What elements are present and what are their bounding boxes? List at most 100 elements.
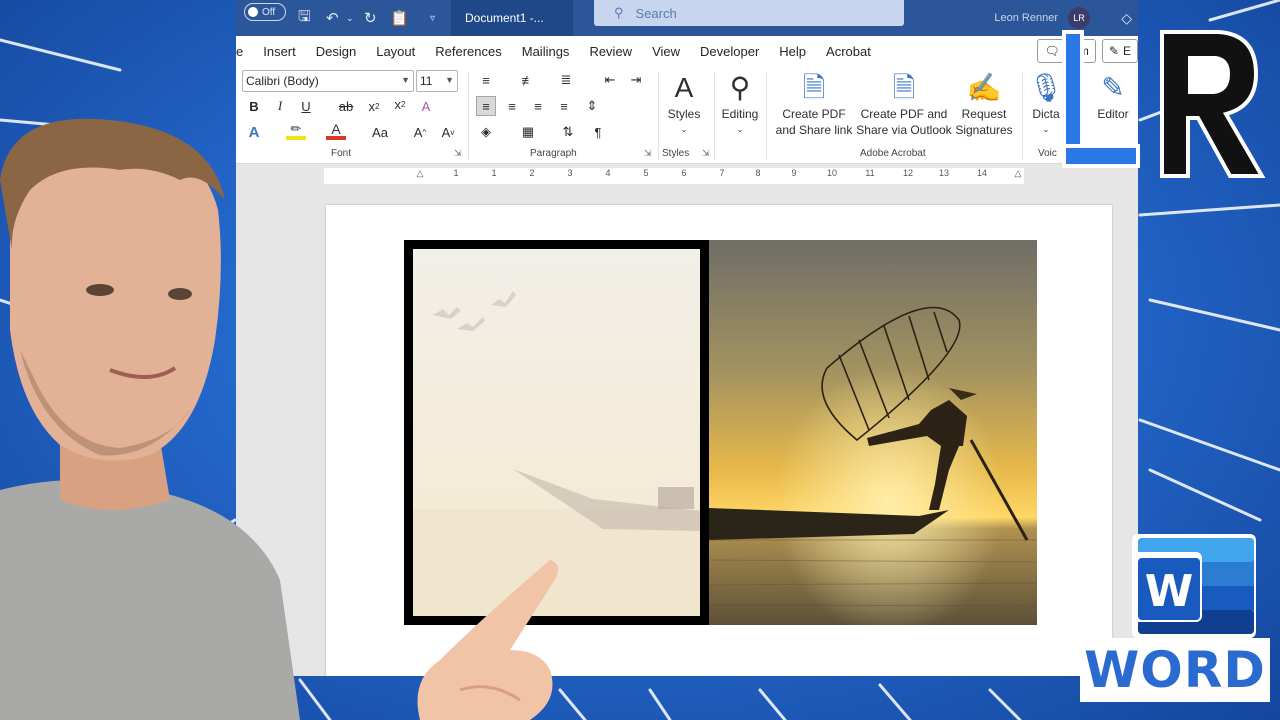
- redo-icon[interactable]: ↻: [364, 0, 377, 36]
- create-pdf-share-link-button[interactable]: 🗎 Create PDF and Share link: [774, 70, 854, 138]
- font-dialog-launcher-icon[interactable]: ⇲: [454, 148, 462, 159]
- tab-review[interactable]: Review: [579, 44, 642, 59]
- ruler-label: 8: [755, 168, 761, 178]
- presenter-photo: [0, 118, 300, 720]
- autosave-state: Off: [262, 6, 276, 18]
- tab-acrobat[interactable]: Acrobat: [816, 44, 881, 59]
- ruler-label: 7: [719, 168, 725, 178]
- chevron-down-icon: ▼: [401, 75, 410, 85]
- ruler-label: 14: [976, 168, 988, 178]
- editing-button[interactable]: ⚲ Editing ⌄: [718, 70, 762, 138]
- divider: [714, 72, 715, 160]
- pointing-hand: [417, 560, 558, 720]
- borders-icon[interactable]: ▦: [518, 122, 538, 142]
- ruler-strip: [324, 168, 1024, 184]
- tab-design[interactable]: Design: [306, 44, 366, 59]
- align-right-icon[interactable]: ≡: [528, 96, 548, 116]
- ruler-label: 4: [605, 168, 611, 178]
- bullets-icon[interactable]: ≡: [476, 70, 496, 90]
- document-title: Document1 -...: [451, 0, 573, 36]
- undo-icon[interactable]: ↶: [326, 0, 339, 36]
- adobe-acrobat-group-label: Adobe Acrobat: [860, 148, 926, 159]
- font-name-select[interactable]: Calibri (Body) ▼: [242, 70, 414, 92]
- ruler-label: 13: [938, 168, 950, 178]
- tab-home[interactable]: e: [236, 44, 253, 59]
- save-icon[interactable]: 🖫: [298, 0, 311, 36]
- increase-indent-icon[interactable]: ⇥: [626, 70, 646, 90]
- ruler-label: 1: [453, 168, 459, 178]
- show-formatting-marks-icon[interactable]: ¶: [588, 122, 608, 142]
- styles-button[interactable]: A Styles ⌄: [664, 70, 704, 138]
- word-badge-text: WORD: [1080, 638, 1270, 702]
- create-pdf-outlook-line1: Create PDF and: [860, 107, 948, 121]
- fisherman-photo[interactable]: [708, 240, 1038, 625]
- justify-icon[interactable]: ≡: [554, 96, 574, 116]
- tab-layout[interactable]: Layout: [366, 44, 425, 59]
- search-box[interactable]: ⚲ Search: [594, 0, 904, 26]
- numbering-icon[interactable]: ≢: [518, 70, 538, 90]
- multilevel-list-icon[interactable]: ≣: [556, 70, 576, 90]
- tab-developer[interactable]: Developer: [690, 44, 769, 59]
- ruler-right-indent-marker[interactable]: △: [1015, 168, 1022, 179]
- tab-insert[interactable]: Insert: [253, 44, 306, 59]
- create-pdf-outlook-line2: Share via Outlook: [856, 123, 952, 137]
- divider: [766, 72, 767, 160]
- create-pdf-outlook-button[interactable]: 🗎 Create PDF and Share via Outlook: [856, 70, 952, 138]
- decrease-indent-icon[interactable]: ⇤: [600, 70, 620, 90]
- align-center-icon[interactable]: ≡: [502, 96, 522, 116]
- autosave-knob: [248, 7, 258, 17]
- ribbon-tabs: e Insert Design Layout References Mailin…: [236, 36, 1138, 66]
- word-app-icon: W: [1132, 534, 1256, 638]
- tab-mailings[interactable]: Mailings: [512, 44, 580, 59]
- search-icon: ⚲: [614, 5, 624, 20]
- font-name-value: Calibri (Body): [246, 74, 319, 88]
- ruler-indent-marker[interactable]: △: [417, 168, 424, 179]
- search-icon: ⚲: [729, 72, 751, 103]
- title-bar: Off 🖫 ↶ ⌄ ↻ 📋 ▿ Document1 -... ⚲ Search …: [236, 0, 1138, 36]
- pdf-link-icon: 🗎: [802, 72, 826, 103]
- create-pdf-line1: Create PDF: [782, 107, 846, 121]
- align-left-icon[interactable]: ≡: [476, 96, 496, 116]
- autosave-toggle[interactable]: Off: [244, 3, 286, 21]
- line-spacing-icon[interactable]: ⇕: [582, 96, 602, 116]
- grow-font-icon[interactable]: A ^: [410, 122, 430, 142]
- search-placeholder: Search: [635, 5, 677, 21]
- paste-icon[interactable]: 📋: [390, 0, 409, 36]
- ruler-label: 9: [791, 168, 797, 178]
- undo-dropdown-icon[interactable]: ⌄: [346, 0, 354, 36]
- shading-icon[interactable]: ◈: [476, 122, 496, 142]
- font-size-value: 11: [420, 74, 433, 88]
- paragraph-dialog-launcher-icon[interactable]: ⇲: [644, 148, 652, 159]
- sort-icon[interactable]: ⇅: [558, 122, 578, 142]
- ruler-label: 6: [681, 168, 687, 178]
- word-logo-badge: W WORD: [1080, 530, 1270, 702]
- chevron-down-icon: ▼: [445, 75, 454, 85]
- request-signatures-line1: Request: [961, 107, 1007, 121]
- voice-group-label: Voic: [1038, 148, 1057, 159]
- chevron-down-icon: ⌄: [736, 125, 744, 134]
- editing-button-label: Editing: [721, 107, 759, 121]
- ruler-label: 2: [529, 168, 535, 178]
- divider: [468, 72, 469, 160]
- shrink-font-icon[interactable]: Av: [438, 122, 458, 142]
- tab-references[interactable]: References: [425, 44, 511, 59]
- request-signatures-button[interactable]: ✍ Request Signatures: [954, 70, 1014, 138]
- tab-help[interactable]: Help: [769, 44, 816, 59]
- chevron-down-icon: ⌄: [680, 125, 688, 134]
- pdf-mail-icon: 🗎: [892, 72, 916, 103]
- divider: [658, 72, 659, 160]
- ruler-label: 1: [491, 168, 497, 178]
- customize-toolbar-icon[interactable]: ▿: [430, 0, 435, 36]
- chevron-down-icon: ⌄: [1042, 125, 1050, 134]
- signature-icon: ✍: [966, 72, 1002, 103]
- tab-view[interactable]: View: [642, 44, 690, 59]
- styles-dialog-launcher-icon[interactable]: ⇲: [702, 148, 710, 159]
- request-signatures-line2: Signatures: [955, 123, 1013, 137]
- ruler-label: 12: [902, 168, 914, 178]
- font-size-select[interactable]: 11 ▼: [416, 70, 458, 92]
- user-name: Leon Renner: [994, 12, 1058, 24]
- divider: [1022, 72, 1023, 160]
- ruler-label: 11: [865, 168, 875, 178]
- clear-formatting-icon[interactable]: A: [416, 96, 436, 116]
- ruler-label: 3: [567, 168, 573, 178]
